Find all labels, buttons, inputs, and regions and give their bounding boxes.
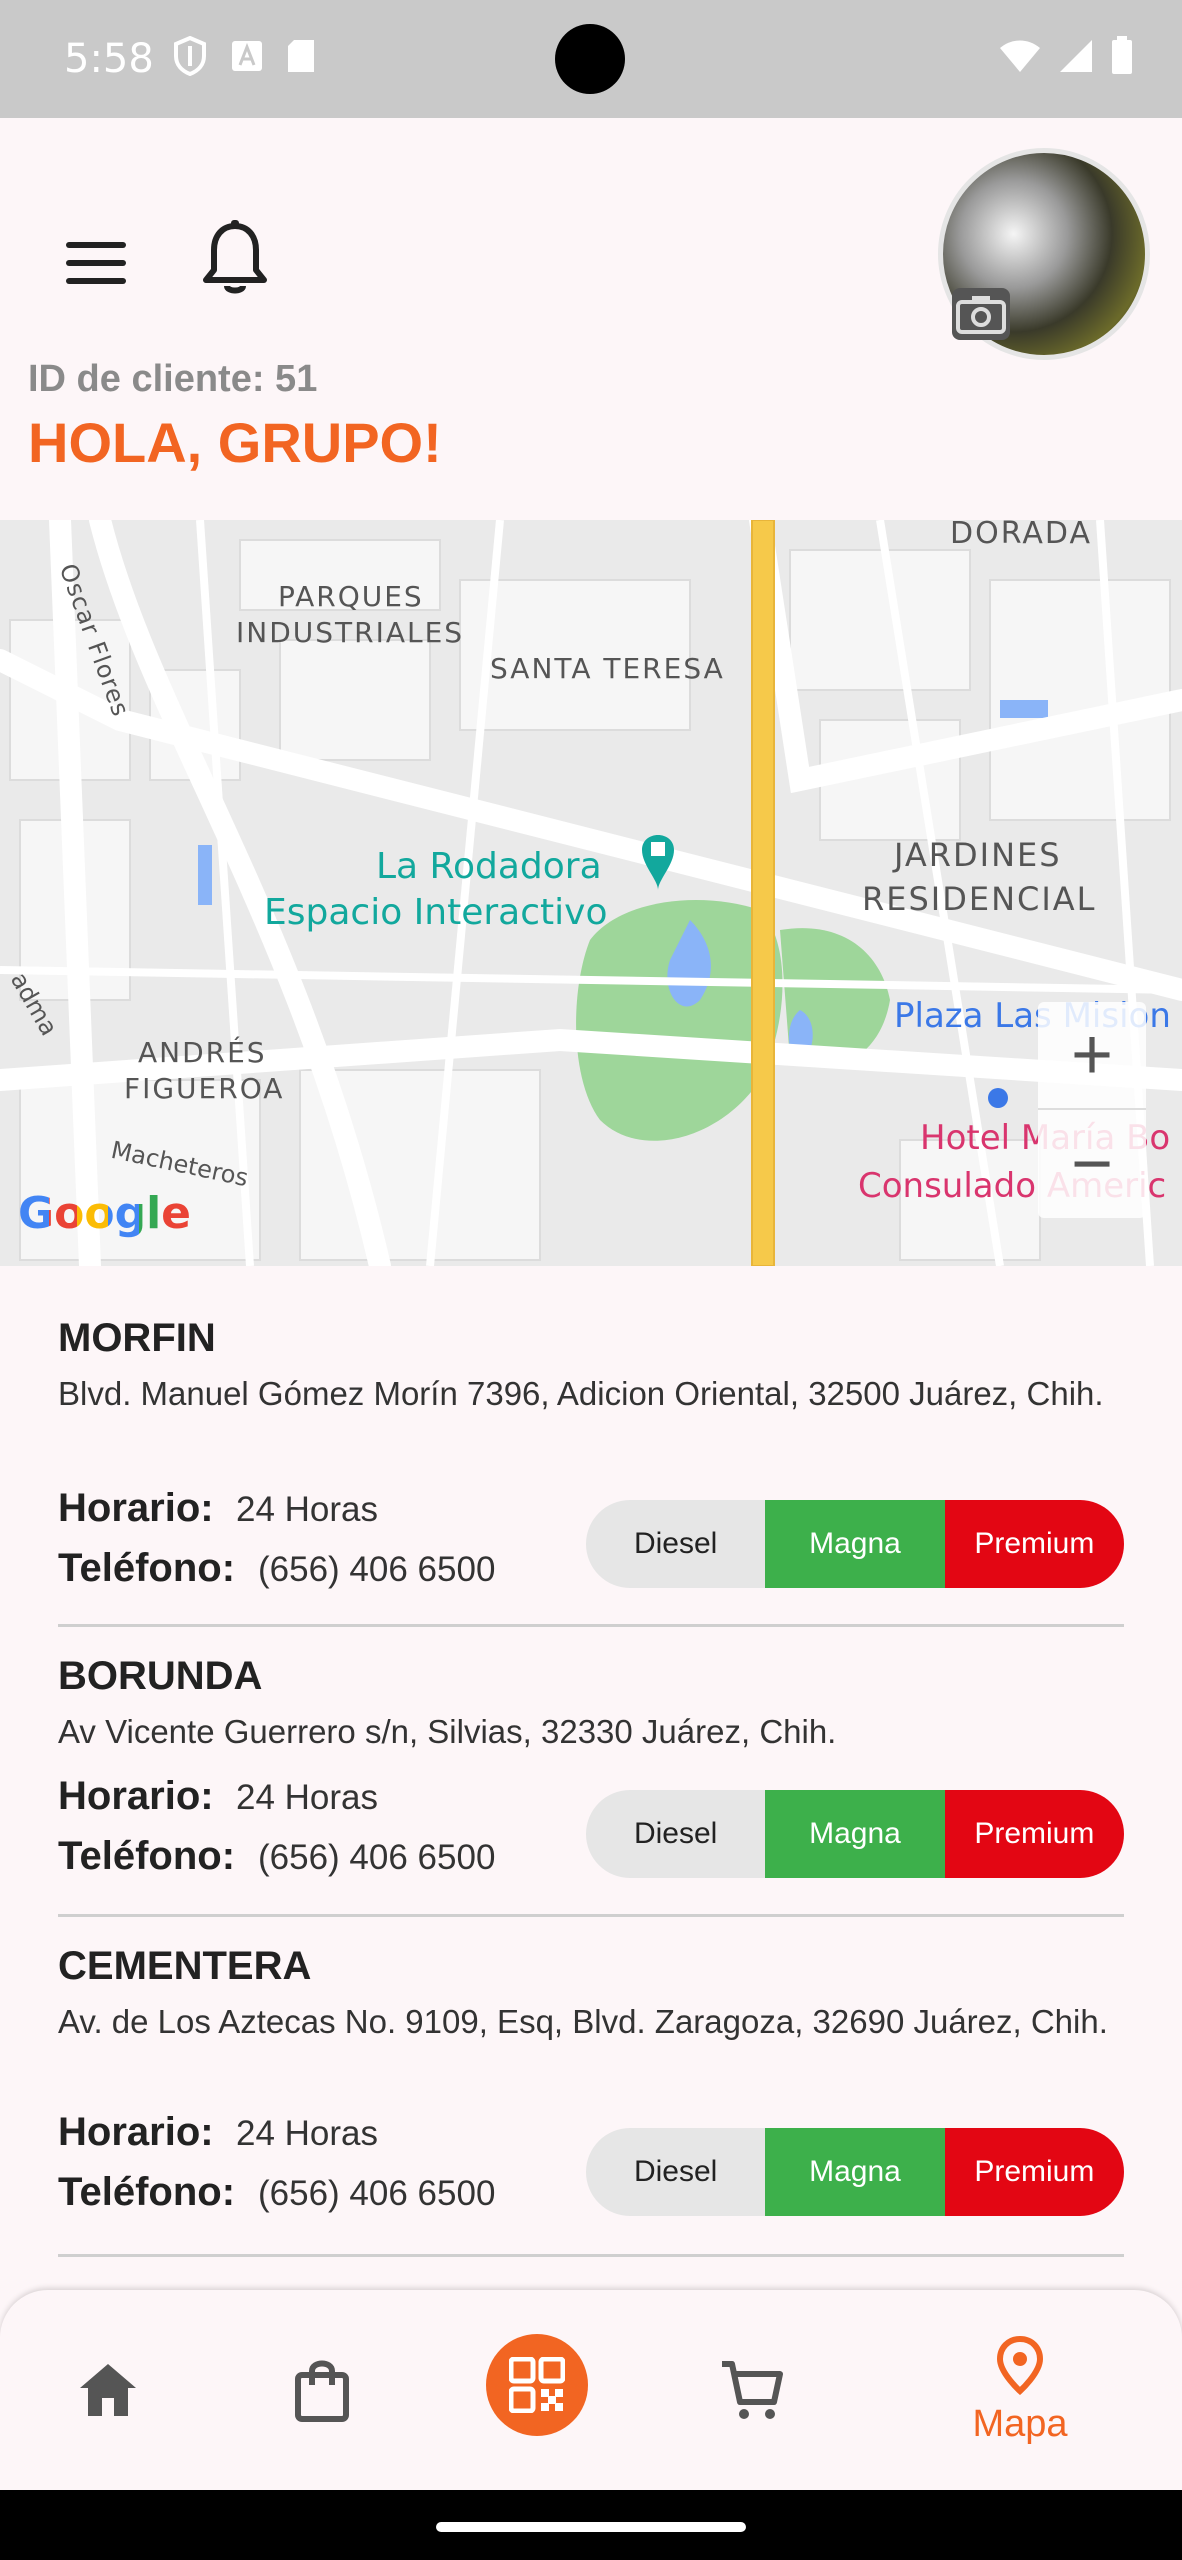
horario-value: 24 Horas <box>236 2114 379 2153</box>
shopping-bag-icon <box>295 2360 349 2422</box>
greeting: HOLA, GRUPO! <box>28 411 442 474</box>
horario-label: Horario: <box>58 1486 214 1530</box>
fuel-magna[interactable]: Magna <box>765 2128 945 2216</box>
divider <box>58 1914 1124 1917</box>
bottom-nav: Mapa <box>0 2290 1182 2490</box>
fuel-premium[interactable]: Premium <box>944 1500 1124 1588</box>
horario-value: 24 Horas <box>236 1778 379 1817</box>
map-label-residencial: RESIDENCIAL <box>862 880 1097 918</box>
map-view[interactable]: DORADA Oscar Flores PARQUES INDUSTRIALES… <box>0 520 1182 1266</box>
status-icons-left <box>172 36 316 76</box>
status-time: 5:58 <box>64 36 154 82</box>
front-camera <box>555 24 625 94</box>
status-icons-right <box>998 36 1134 76</box>
map-label-parques: PARQUES <box>278 580 424 613</box>
map-label-jardines: JARDINES <box>894 836 1062 874</box>
nav-home[interactable] <box>58 2290 158 2490</box>
station-address: Av Vicente Guerrero s/n, Silvias, 32330 … <box>58 1713 837 1750</box>
fuel-premium[interactable]: Premium <box>944 1790 1124 1878</box>
nav-map[interactable]: Mapa <box>960 2290 1080 2490</box>
fuel-diesel[interactable]: Diesel <box>586 1500 766 1588</box>
header: ID de cliente: 51 HOLA, GRUPO! <box>0 118 1182 520</box>
map-label-industriales: INDUSTRIALES <box>236 616 465 649</box>
fuel-types: Diesel Magna Premium <box>586 1500 1124 1588</box>
station-address: Blvd. Manuel Gómez Morín 7396, Adicion O… <box>58 1375 1104 1412</box>
home-icon <box>80 2364 136 2416</box>
map-label-figueroa: FIGUEROA <box>124 1072 285 1105</box>
fuel-diesel[interactable]: Diesel <box>586 1790 766 1878</box>
zoom-in-button[interactable]: + <box>1038 1002 1146 1110</box>
zoom-out-button[interactable]: − <box>1038 1110 1146 1218</box>
signal-icon <box>1060 40 1092 72</box>
client-id: ID de cliente: 51 <box>28 358 318 400</box>
fuel-magna[interactable]: Magna <box>765 1500 945 1588</box>
battery-icon <box>1112 36 1132 74</box>
map-label-dorada: DORADA <box>950 520 1092 551</box>
cart-icon <box>722 2361 783 2419</box>
home-gesture-handle[interactable] <box>436 2522 746 2532</box>
telefono-value[interactable]: (656) 406 6500 <box>258 2174 495 2214</box>
google-logo: Google <box>18 1188 191 1239</box>
horario-value: 24 Horas <box>236 1490 379 1529</box>
telefono-value[interactable]: (656) 406 6500 <box>258 1550 495 1590</box>
gesture-bar <box>0 2490 1182 2560</box>
nav-shop[interactable] <box>272 2290 372 2490</box>
fuel-magna[interactable]: Magna <box>765 1790 945 1878</box>
location-pin-icon <box>996 2335 1044 2395</box>
map-label-espacio-interactivo: Espacio Interactivo <box>264 892 608 933</box>
map-label-la-rodadora: La Rodadora <box>376 846 602 887</box>
nav-qr-button[interactable] <box>486 2334 588 2436</box>
fuel-premium[interactable]: Premium <box>944 2128 1124 2216</box>
menu-icon <box>66 242 126 248</box>
sd-card-icon <box>288 40 314 72</box>
telefono-label: Teléfono: <box>58 1834 236 1878</box>
camera-icon <box>956 296 1006 334</box>
change-photo-button[interactable] <box>952 288 1010 340</box>
map-label-santa-teresa: SANTA TERESA <box>490 652 725 685</box>
status-bar: 5:58 <box>0 0 1182 118</box>
telefono-label: Teléfono: <box>58 1546 236 1590</box>
nav-cart[interactable] <box>702 2290 802 2490</box>
zoom-controls: + − <box>1038 1002 1146 1218</box>
station-name: CEMENTERA <box>58 1944 312 1988</box>
nav-map-label: Mapa <box>972 2402 1068 2445</box>
divider <box>58 2254 1124 2257</box>
station-list[interactable]: MORFIN Blvd. Manuel Gómez Morín 7396, Ad… <box>0 1300 1182 2300</box>
station-name: BORUNDA <box>58 1654 263 1698</box>
telefono-value[interactable]: (656) 406 6500 <box>258 1838 495 1878</box>
station-address: Av. de Los Aztecas No. 9109, Esq, Blvd. … <box>58 2003 1108 2040</box>
horario-label: Horario: <box>58 1774 214 1818</box>
qr-code-icon <box>509 2357 565 2413</box>
map-label-andres: ANDRÉS <box>138 1036 267 1069</box>
fuel-diesel[interactable]: Diesel <box>586 2128 766 2216</box>
station-name: MORFIN <box>58 1316 216 1360</box>
font-icon <box>232 41 262 71</box>
fuel-types: Diesel Magna Premium <box>586 1790 1124 1878</box>
fuel-types: Diesel Magna Premium <box>586 2128 1124 2216</box>
bell-icon <box>203 220 267 294</box>
menu-button[interactable] <box>62 228 132 298</box>
shield-icon <box>174 36 206 76</box>
wifi-icon <box>1000 40 1040 72</box>
google-attribution: Google <box>18 1188 191 1239</box>
horario-label: Horario: <box>58 2110 214 2154</box>
telefono-label: Teléfono: <box>58 2170 236 2214</box>
divider <box>58 1624 1124 1627</box>
notifications-button[interactable] <box>200 218 270 298</box>
